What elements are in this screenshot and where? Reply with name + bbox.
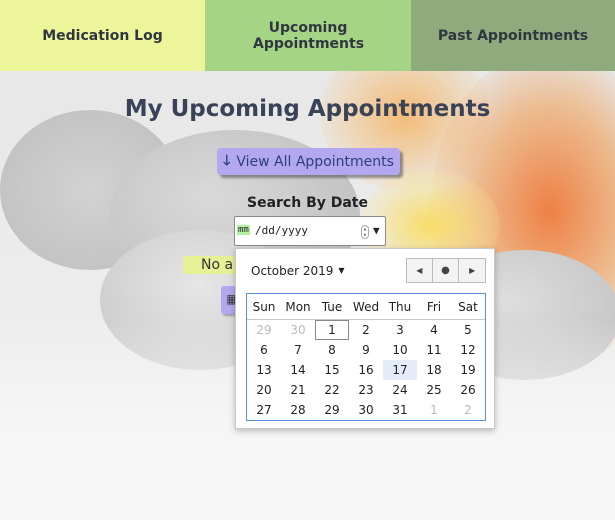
calendar-day[interactable]: 6 (247, 340, 281, 360)
next-month-button[interactable]: ▶ (459, 258, 486, 283)
calendar-day[interactable]: 22 (315, 380, 349, 400)
calendar-week: 29 30 1 2 3 4 5 (247, 320, 485, 340)
month-nav: ◀ ● ▶ (406, 258, 486, 283)
view-all-appointments-button[interactable]: 🡓 View All Appointments (217, 148, 400, 175)
tab-past-appointments[interactable]: Past Appointments (411, 0, 615, 71)
weekday-label: Mon (285, 300, 311, 314)
month-label: October 2019 (251, 264, 334, 278)
calendar-week: 6 7 8 9 10 11 12 (247, 340, 485, 360)
page-title: My Upcoming Appointments (124, 96, 491, 122)
calendar-day[interactable]: 8 (315, 340, 349, 360)
calendar-day[interactable]: 9 (349, 340, 383, 360)
calendar-day[interactable]: 31 (383, 400, 417, 420)
weekday-label: Wed (352, 300, 380, 314)
calendar-week: 20 21 22 23 24 25 26 (247, 380, 485, 400)
calendar-week: 27 28 29 30 31 1 2 (247, 400, 485, 420)
month-selector[interactable]: October 2019 ▼ (251, 264, 345, 278)
calendar-day[interactable]: 14 (281, 360, 315, 380)
search-by-date-label: Search By Date (247, 195, 368, 211)
date-input[interactable]: mm /dd/yyyy ▴ ▾ ▼ (234, 216, 386, 246)
calendar-day[interactable]: 25 (417, 380, 451, 400)
date-month-segment[interactable]: mm (237, 225, 250, 235)
dropdown-arrow-icon[interactable]: ▼ (373, 224, 380, 237)
date-rest-segment[interactable]: /dd/yyyy (255, 224, 308, 237)
calendar-day[interactable]: 26 (451, 380, 485, 400)
weekday-label: Tue (321, 300, 343, 314)
calendar-week: 13 14 15 16 17 18 19 (247, 360, 485, 380)
calendar-day[interactable]: 20 (247, 380, 281, 400)
tab-label: Past Appointments (437, 27, 589, 44)
weekday-label: Sat (458, 300, 478, 314)
calendar-day-today[interactable]: 17 (383, 360, 417, 380)
chevron-right-icon: ▶ (469, 266, 476, 275)
calendar-day[interactable]: 18 (417, 360, 451, 380)
calendar-day[interactable]: 3 (383, 320, 417, 340)
tab-medication-log[interactable]: Medication Log (0, 0, 205, 71)
calendar-day[interactable]: 27 (247, 400, 281, 420)
calendar-grid: Sun Mon Tue Wed Thu Fri Sat 29 30 1 2 3 … (246, 293, 486, 421)
date-picker-popup: October 2019 ▼ ◀ ● ▶ Sun Mon Tue Wed Thu … (235, 248, 495, 429)
calendar-day[interactable]: 19 (451, 360, 485, 380)
weekday-label: Sun (252, 300, 276, 314)
calendar-day[interactable]: 7 (281, 340, 315, 360)
calendar-day[interactable]: 11 (417, 340, 451, 360)
calendar-day[interactable]: 4 (417, 320, 451, 340)
calendar-day[interactable]: 16 (349, 360, 383, 380)
tab-label: Upcoming Appointments (253, 19, 365, 52)
tab-label: Medication Log (42, 27, 163, 44)
weekday-label: Fri (426, 300, 442, 314)
caret-down-icon: ▼ (338, 266, 345, 275)
calendar-day-selected[interactable]: 1 (315, 320, 349, 340)
tab-upcoming-appointments[interactable]: Upcoming Appointments (205, 0, 411, 71)
calendar-day[interactable]: 23 (349, 380, 383, 400)
calendar-day[interactable]: 29 (247, 320, 281, 340)
calendar-day[interactable]: 5 (451, 320, 485, 340)
calendar-day[interactable]: 30 (281, 320, 315, 340)
weekday-label: Thu (388, 300, 412, 314)
no-appointments-message: No a (183, 256, 243, 274)
calendar-day[interactable]: 21 (281, 380, 315, 400)
chevron-left-icon: ◀ (416, 266, 423, 275)
calendar-day[interactable]: 2 (451, 400, 485, 420)
calendar-day[interactable]: 1 (417, 400, 451, 420)
top-nav: Medication Log Upcoming Appointments Pas… (0, 0, 615, 71)
dot-icon: ● (441, 265, 450, 276)
prev-month-button[interactable]: ◀ (406, 258, 433, 283)
calendar-day[interactable]: 30 (349, 400, 383, 420)
arrow-down-icon: 🡓 (223, 152, 231, 169)
calendar-day[interactable]: 28 (281, 400, 315, 420)
calendar-day[interactable]: 29 (315, 400, 349, 420)
weekday-header: Sun Mon Tue Wed Thu Fri Sat (247, 294, 485, 320)
calendar-day[interactable]: 2 (349, 320, 383, 340)
calendar-day[interactable]: 15 (315, 360, 349, 380)
today-button[interactable]: ● (432, 258, 460, 283)
calendar-day[interactable]: 24 (383, 380, 417, 400)
calendar-day[interactable]: 12 (451, 340, 485, 360)
date-spinner-icon[interactable]: ▴ ▾ (361, 225, 369, 239)
calendar-day[interactable]: 13 (247, 360, 281, 380)
view-all-label: View All Appointments (236, 153, 394, 170)
calendar-day[interactable]: 10 (383, 340, 417, 360)
